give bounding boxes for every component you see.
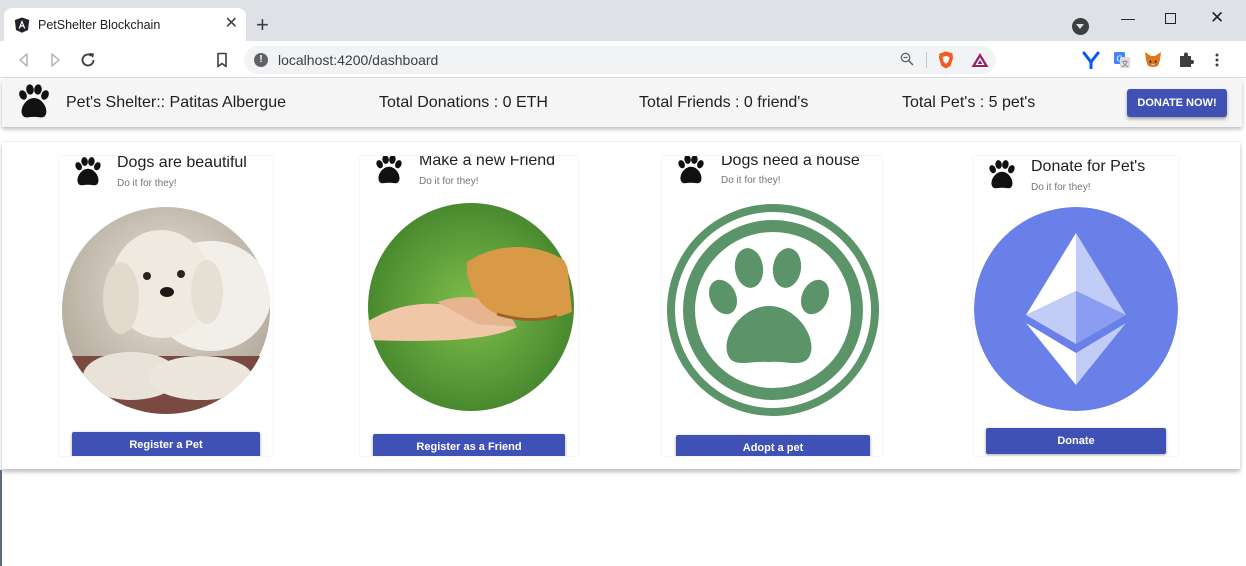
paw-icon — [19, 84, 49, 118]
card-subtitle: Do it for they! — [419, 176, 479, 187]
brave-shield-icon[interactable] — [938, 51, 954, 69]
total-pets: Total Pet's : 5 pet's — [902, 94, 1036, 111]
card-make-friend: Make a new Friend Do it for they! Regist… — [360, 156, 578, 456]
svg-text:文: 文 — [1122, 59, 1129, 68]
total-donations: Total Donations : 0 ETH — [379, 94, 548, 111]
app-header: Pet's Shelter:: Patitas Albergue Total D… — [2, 79, 1242, 127]
translate-icon[interactable]: G 文 — [1113, 51, 1131, 69]
yearn-icon[interactable] — [1082, 51, 1100, 69]
tab-close-icon[interactable]: ✕ — [225, 15, 238, 33]
new-tab-button[interactable]: + — [256, 14, 269, 36]
card-title: Donate for Pet's — [1031, 158, 1146, 175]
dashboard-container: Dogs are beautiful Do it for they! Regis… — [2, 141, 1240, 469]
card-subtitle: Do it for they! — [721, 175, 781, 186]
paw-icon — [989, 160, 1015, 189]
card-adopt: Dogs need a house Do it for they! Adopt … — [662, 156, 882, 456]
card-register-pet: Dogs are beautiful Do it for they! Regis… — [59, 156, 273, 456]
brave-rewards-icon[interactable] — [971, 52, 989, 68]
paw-icon — [75, 157, 101, 186]
browser-tab-bar: PetShelter Blockchain ✕ + — ✕ — [0, 0, 1246, 41]
tab-search-icon[interactable] — [1072, 18, 1089, 35]
card-donate: Donate for Pet's Do it for they! Donate — [973, 156, 1179, 456]
card-title: Dogs are beautiful — [117, 156, 247, 171]
site-info-icon[interactable]: ! — [254, 53, 268, 67]
paw-icon — [376, 156, 402, 184]
window-close-button[interactable]: ✕ — [1210, 9, 1224, 27]
app-title: Pet's Shelter:: Patitas Albergue — [66, 94, 287, 111]
paw-icon — [678, 156, 704, 184]
menu-icon[interactable] — [1208, 51, 1226, 69]
metamask-fox-icon[interactable] — [1144, 51, 1162, 69]
zoom-out-icon[interactable] — [900, 52, 914, 66]
card-subtitle: Do it for they! — [117, 178, 177, 189]
address-bar[interactable]: ! localhost:4200/dashboard — [244, 46, 996, 74]
browser-toolbar: ! localhost:4200/dashboard G 文 — [0, 41, 1246, 78]
ethereum-logo — [974, 207, 1178, 411]
card-title: Dogs need a house — [721, 156, 860, 169]
tab-title: PetShelter Blockchain — [38, 18, 161, 32]
register-friend-button[interactable]: Register as a Friend — [373, 434, 565, 456]
window-edge — [0, 470, 2, 566]
browser-tab[interactable]: PetShelter Blockchain ✕ — [4, 8, 246, 41]
window-minimize-button[interactable]: — — [1121, 9, 1135, 27]
donate-now-button[interactable]: DONATE NOW! — [1127, 89, 1227, 117]
total-friends: Total Friends : 0 friend's — [639, 94, 809, 111]
card-subtitle: Do it for they! — [1031, 182, 1091, 193]
bookmark-icon[interactable] — [212, 50, 232, 70]
hand-and-paw-photo — [367, 203, 574, 411]
angular-icon — [14, 17, 30, 33]
omnibox-separator — [926, 52, 927, 68]
puzzle-extensions-icon[interactable] — [1177, 51, 1195, 69]
green-paw-emblem — [667, 204, 879, 416]
adopt-pet-button[interactable]: Adopt a pet — [676, 435, 870, 456]
reload-icon[interactable] — [78, 50, 98, 70]
card-title: Make a new Friend — [419, 156, 556, 169]
forward-arrow-icon[interactable] — [45, 50, 65, 70]
window-maximize-button[interactable] — [1165, 13, 1176, 24]
dog-photo — [61, 207, 271, 414]
register-pet-button[interactable]: Register a Pet — [72, 432, 260, 456]
url-text[interactable]: localhost:4200/dashboard — [278, 52, 438, 68]
back-arrow-icon[interactable] — [14, 50, 34, 70]
donate-button[interactable]: Donate — [986, 428, 1166, 454]
